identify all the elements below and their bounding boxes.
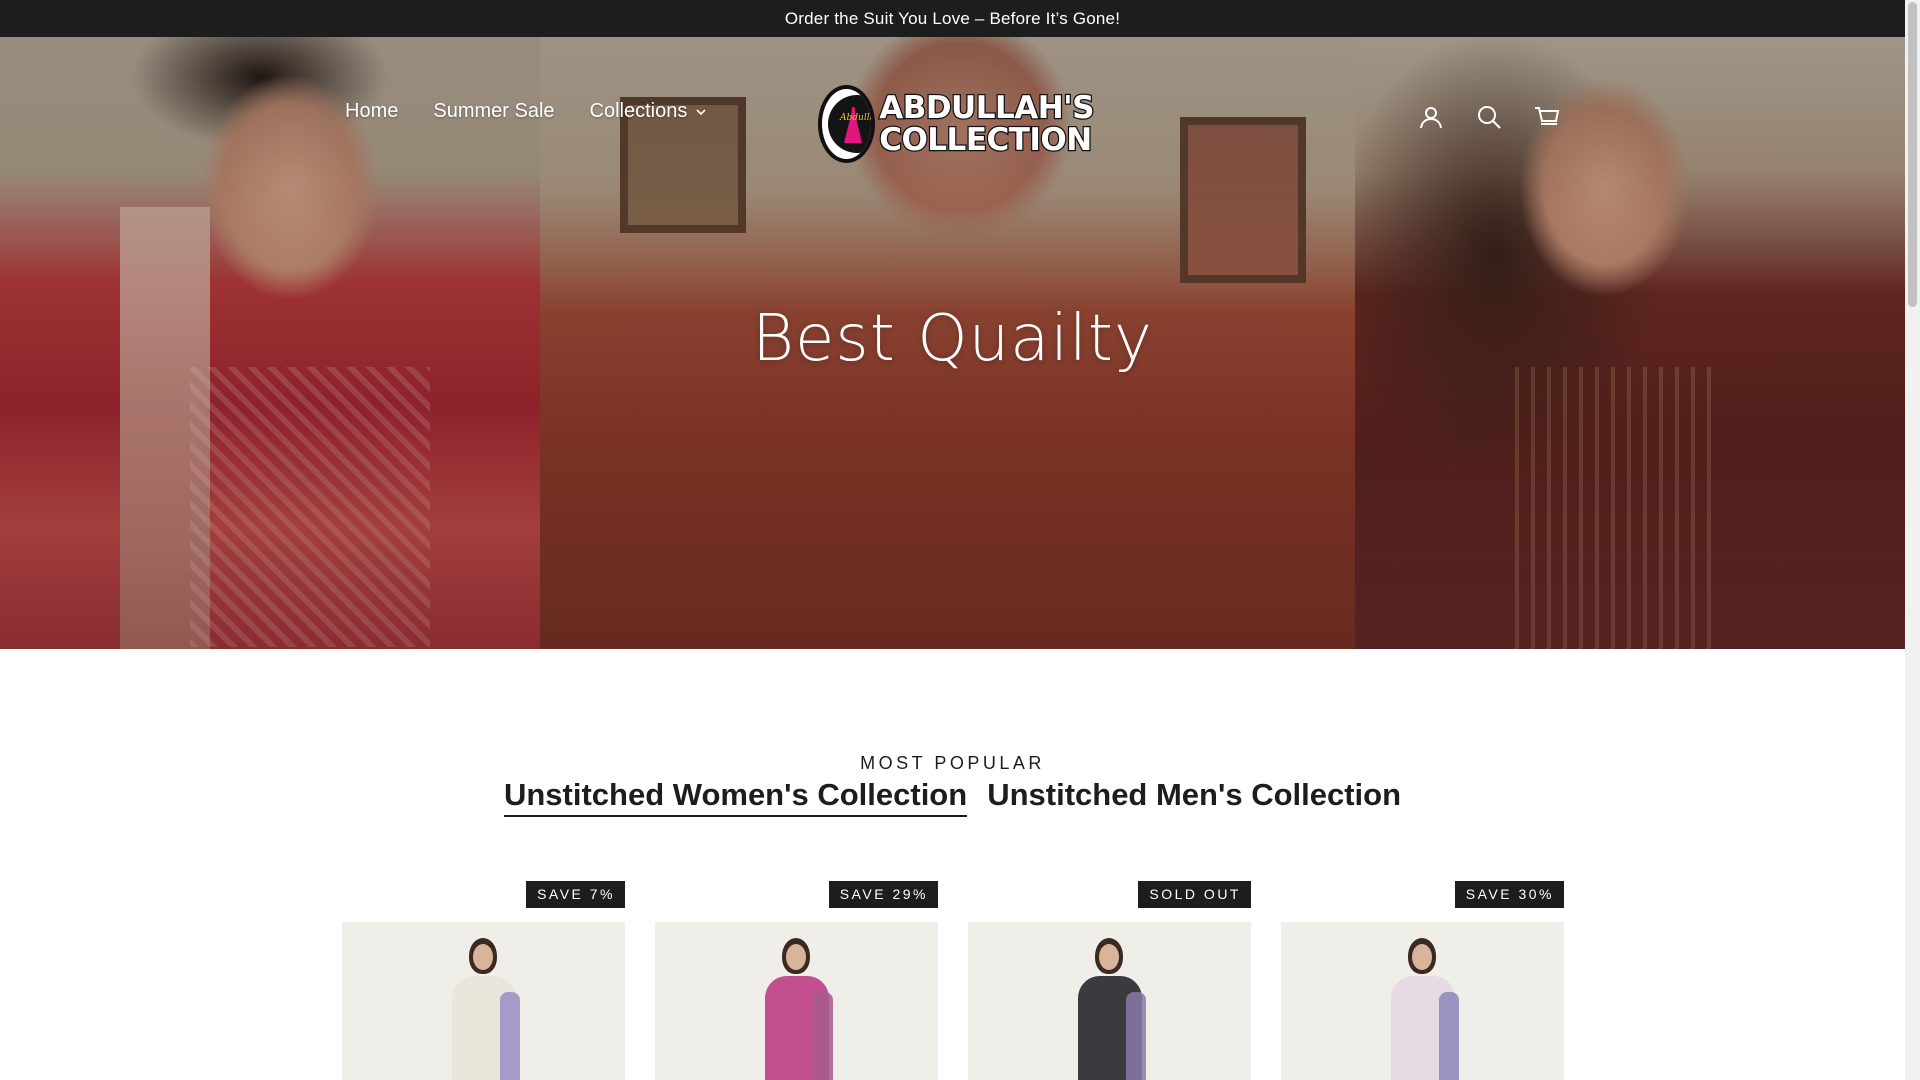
section-eyebrow: MOST POPULAR — [860, 753, 1045, 773]
logo-line-1: ABDULLAH'S — [878, 90, 1096, 126]
nav-item-label: Collections — [589, 100, 688, 122]
nav-item-collections[interactable]: Collections — [590, 100, 708, 123]
product-card[interactable]: SAVE 30% — [1281, 881, 1564, 1080]
product-dupatta — [813, 992, 833, 1080]
collection-tabs: Unstitched Women's Collection Unstitched… — [0, 777, 1905, 817]
account-button[interactable] — [1418, 104, 1444, 130]
account-icon — [1420, 107, 1442, 129]
search-icon — [1478, 106, 1501, 129]
header-icons — [1418, 104, 1560, 130]
product-grid: SAVE 7% SAVE 29% SOLD OUT SAVE 30% — [342, 881, 1564, 1080]
sold-out-badge: SOLD OUT — [1138, 881, 1251, 908]
nav-item-label: Home — [345, 100, 399, 122]
logo-script: Abdullah's — [840, 113, 875, 123]
page: Order the Suit You Love – Before It’s Go… — [0, 0, 1905, 1080]
logo-wordmark: ABDULLAH'S COLLECTION — [878, 90, 1096, 158]
sale-badge: SAVE 7% — [526, 881, 625, 908]
announcement-text: Order the Suit You Love – Before It’s Go… — [784, 8, 1121, 28]
logo-badge: Abdullah's — [818, 85, 876, 163]
product-image[interactable] — [1281, 922, 1564, 1080]
nav-item-summer-sale[interactable]: Summer Sale — [433, 100, 554, 123]
nav-item-label: Summer Sale — [433, 100, 555, 122]
cart-button[interactable] — [1534, 104, 1560, 130]
tab-unstitched-women[interactable]: Unstitched Women's Collection — [503, 777, 968, 817]
scrollbar-thumb[interactable] — [1908, 2, 1917, 307]
hero-title: Best Quailty — [752, 302, 1153, 376]
most-popular-section: MOST POPULAR Unstitched Women's Collecti… — [0, 649, 1905, 1080]
product-card[interactable]: SOLD OUT — [968, 881, 1251, 1080]
announcement-bar[interactable]: Order the Suit You Love – Before It’s Go… — [0, 0, 1905, 37]
tab-unstitched-men[interactable]: Unstitched Men's Collection — [987, 777, 1401, 817]
main-nav: Home Summer Sale Collections — [345, 100, 707, 123]
page-scrollbar[interactable] — [1905, 0, 1920, 1080]
logo-line-2: COLLECTION — [878, 122, 1094, 158]
sale-badge: SAVE 29% — [828, 881, 938, 908]
nav-item-home[interactable]: Home — [345, 100, 398, 123]
product-dupatta — [1439, 992, 1459, 1080]
product-dupatta — [500, 992, 520, 1080]
site-logo[interactable]: Abdullah's ABDULLAH'S COLLECTION — [818, 83, 1096, 165]
product-image[interactable] — [968, 922, 1251, 1080]
product-card[interactable]: SAVE 7% — [342, 881, 625, 1080]
cart-icon — [1535, 107, 1560, 125]
product-image[interactable] — [342, 922, 625, 1080]
sale-badge: SAVE 30% — [1454, 881, 1564, 908]
product-image[interactable] — [655, 922, 938, 1080]
product-dupatta — [1126, 992, 1146, 1080]
search-button[interactable] — [1476, 104, 1502, 130]
chevron-down-icon — [696, 108, 706, 115]
product-card[interactable]: SAVE 29% — [655, 881, 938, 1080]
